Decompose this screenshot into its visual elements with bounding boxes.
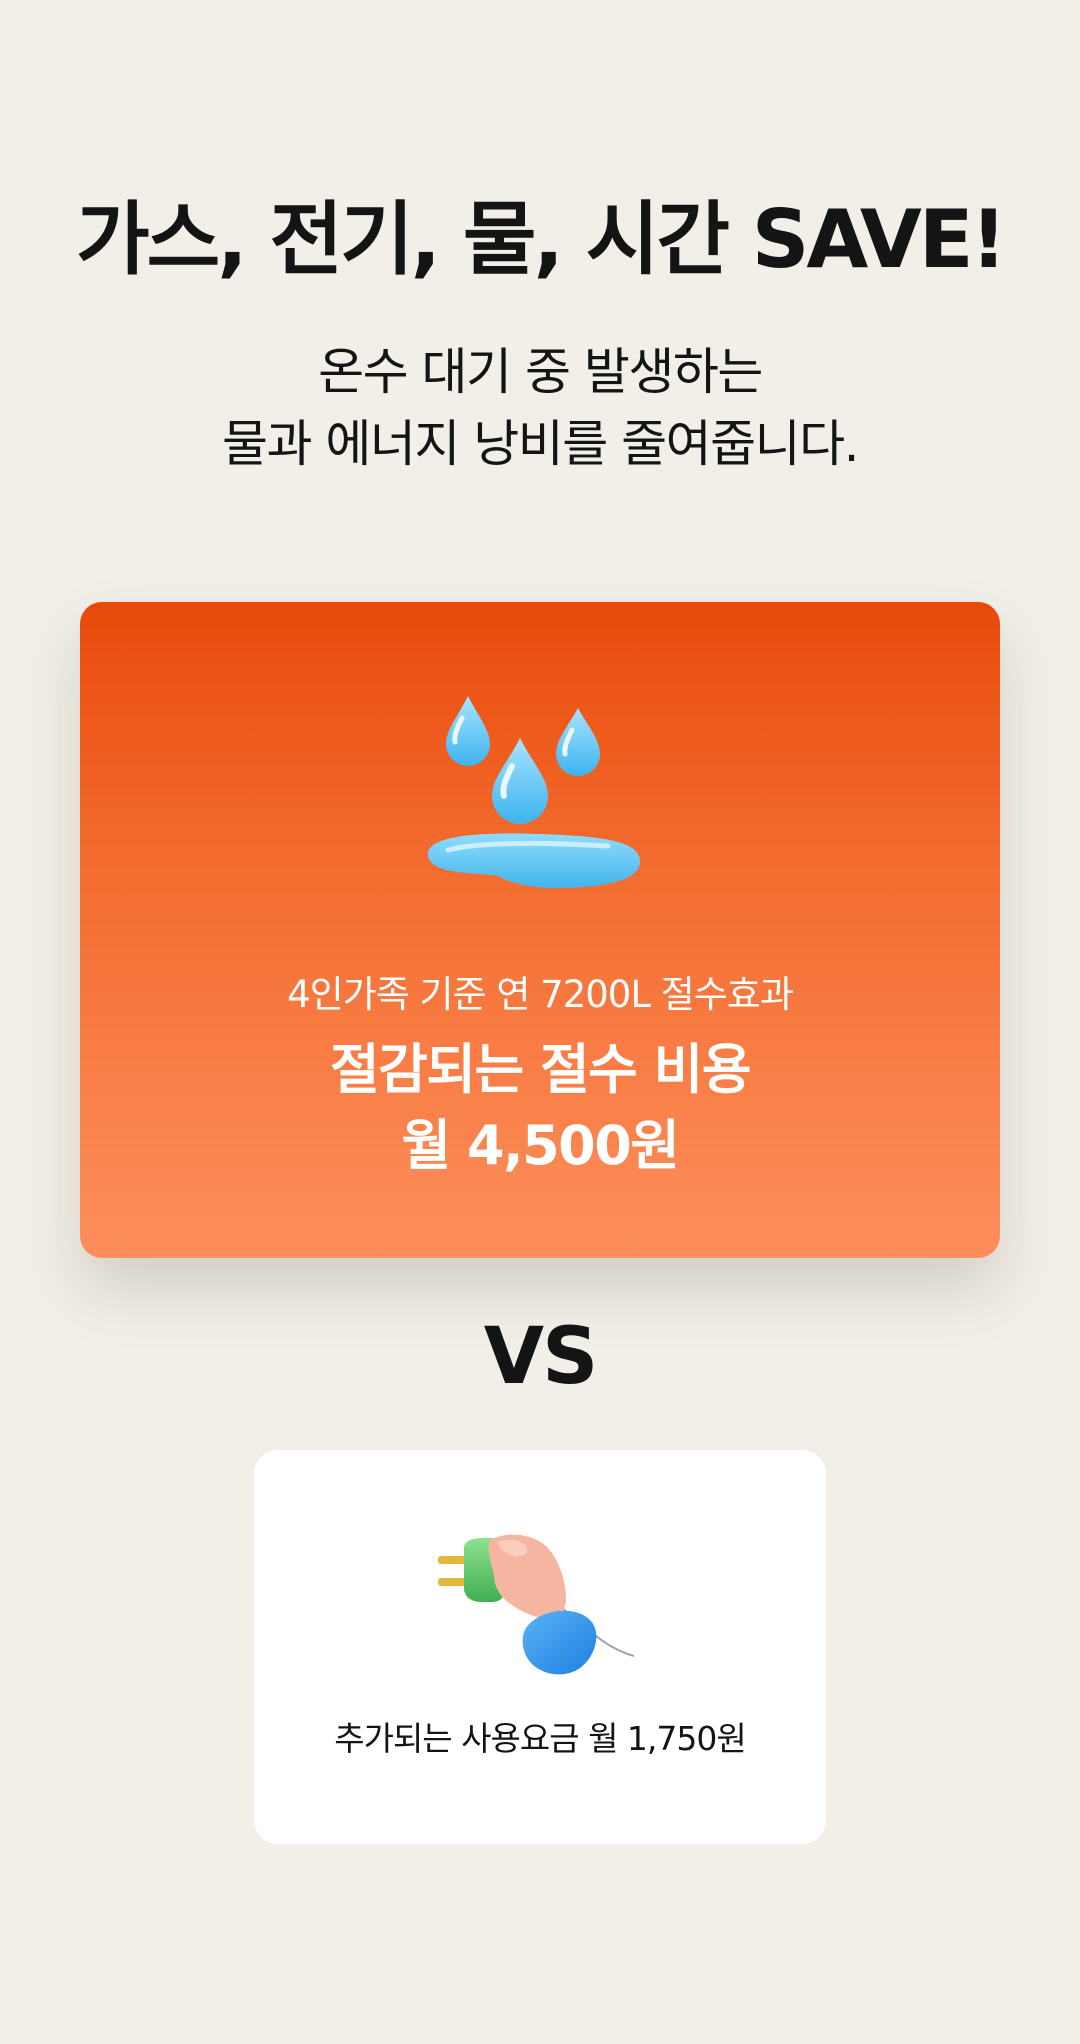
savings-title-line-1: 절감되는 절수 비용 — [329, 1038, 752, 1101]
electricity-cost-card: 추가되는 사용요금 월 1,750원 — [254, 1450, 826, 1844]
water-drops-icon — [428, 696, 640, 888]
savings-title: 절감되는 절수 비용 월 4,500원 — [80, 1032, 1000, 1184]
subtitle-line-2: 물과 에너지 낭비를 줄여줍니다. — [221, 415, 860, 473]
savings-caption: 4인가족 기준 연 7200L 절수효과 — [287, 973, 794, 1016]
page-subtitle: 온수 대기 중 발생하는 물과 에너지 낭비를 줄여줍니다. — [0, 336, 1080, 480]
vs-label: VS — [483, 1312, 599, 1402]
savings-amount: 월 4,500원 — [401, 1114, 680, 1177]
cost-caption: 추가되는 사용요금 월 1,750원 — [334, 1719, 747, 1758]
water-savings-card: 4인가족 기준 연 7200L 절수효과 절감되는 절수 비용 월 4,500원 — [80, 602, 1000, 1258]
subtitle-line-1: 온수 대기 중 발생하는 — [318, 343, 763, 401]
electric-plug-icon — [438, 1534, 635, 1675]
page-headline: 가스, 전기, 물, 시간 SAVE! — [76, 193, 1007, 286]
